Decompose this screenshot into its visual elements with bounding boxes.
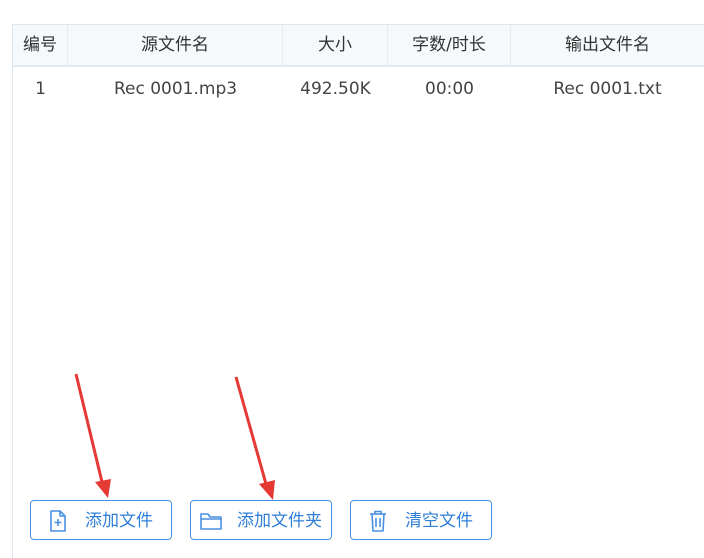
table-body: 1 Rec 0001.mp3 492.50K 00:00 Rec 0001.tx…: [13, 67, 704, 367]
clear-files-label: 清空文件: [405, 511, 473, 531]
cell-source-name: Rec 0001.mp3: [113, 79, 238, 99]
column-header-size[interactable]: 大小: [283, 25, 388, 65]
column-header-index[interactable]: 编号: [13, 25, 68, 65]
column-header-output-name[interactable]: 输出文件名: [511, 25, 704, 65]
add-folder-label: 添加文件夹: [237, 511, 322, 531]
trash-icon: [367, 509, 389, 533]
add-file-label: 添加文件: [85, 511, 153, 531]
file-list-panel: 编号 源文件名 大小 字数/时长 输出文件名 1 Rec 0001.mp3 49…: [12, 24, 704, 558]
column-header-duration[interactable]: 字数/时长: [388, 25, 511, 65]
cell-duration: 00:00: [425, 79, 474, 99]
cell-output-name: Rec 0001.txt: [553, 79, 662, 99]
table-row[interactable]: 1 Rec 0001.mp3 492.50K 00:00 Rec 0001.tx…: [13, 67, 704, 111]
add-folder-button[interactable]: 添加文件夹: [190, 500, 332, 540]
column-header-source-name[interactable]: 源文件名: [68, 25, 283, 65]
clear-files-button[interactable]: 清空文件: [350, 500, 492, 540]
cell-index: 1: [35, 79, 46, 99]
cell-size: 492.50K: [300, 79, 371, 99]
table-header: 编号 源文件名 大小 字数/时长 输出文件名: [13, 25, 704, 67]
folder-icon: [199, 509, 223, 533]
file-plus-icon: [47, 509, 69, 533]
add-file-button[interactable]: 添加文件: [30, 500, 172, 540]
